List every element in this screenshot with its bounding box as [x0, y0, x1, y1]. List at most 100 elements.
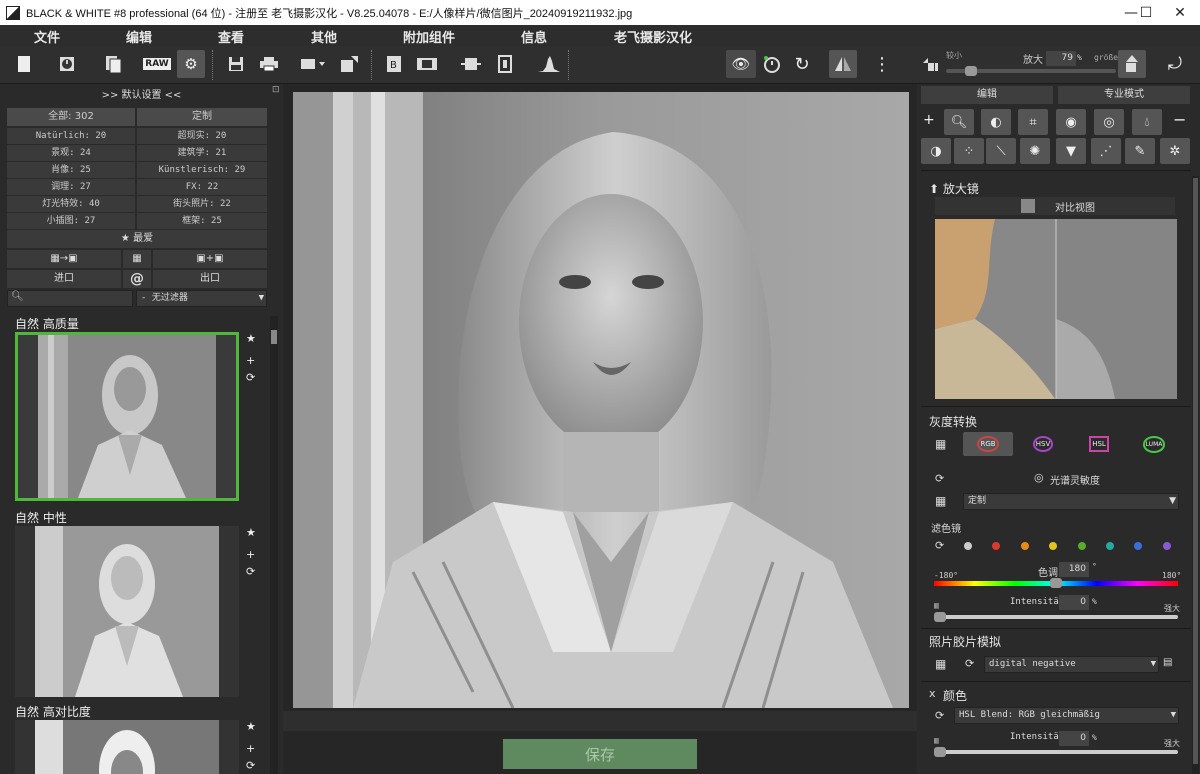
category-item[interactable]: 超现实: 20: [137, 128, 267, 144]
mode-hsl-button[interactable]: HSL: [1074, 432, 1124, 456]
curve-tool-icon[interactable]: ⋰: [1091, 138, 1121, 164]
film-select[interactable]: digital negative ▼: [984, 656, 1159, 673]
zoom-slider-knob[interactable]: [964, 66, 977, 76]
filter-color-dot[interactable]: [1162, 542, 1171, 550]
add-icon[interactable]: +: [246, 548, 255, 561]
filter-color-dot[interactable]: [1134, 542, 1143, 550]
raw-icon[interactable]: RAW: [143, 50, 171, 78]
category-item[interactable]: 调理: 27: [7, 179, 135, 195]
reset-icon[interactable]: ⟳: [935, 539, 944, 552]
zoom-out-icon[interactable]: [917, 50, 945, 78]
grid-options-icon[interactable]: ▦: [935, 494, 946, 508]
zoom-value-field[interactable]: 79: [1046, 51, 1076, 66]
intensity2-value-field[interactable]: 0: [1059, 731, 1089, 746]
reset-icon[interactable]: ⟳: [935, 472, 944, 485]
droplet-tool-icon[interactable]: 💧︎: [1132, 109, 1162, 135]
export-button[interactable]: 出口: [153, 270, 267, 288]
menu-view[interactable]: 查看: [218, 27, 244, 46]
category-item[interactable]: 街头照片: 22: [137, 196, 267, 212]
category-custom[interactable]: 定制: [137, 108, 267, 126]
menu-localization[interactable]: 老飞摄影汉化: [614, 27, 692, 46]
film-strip-icon[interactable]: [413, 50, 441, 78]
preset-thumbnail-selected[interactable]: [15, 332, 239, 501]
add-icon[interactable]: +: [246, 742, 255, 755]
combine-icon[interactable]: ▣+▣: [153, 250, 267, 268]
grid-options-icon[interactable]: ▦: [935, 657, 946, 671]
add-tool-icon[interactable]: +: [923, 112, 935, 128]
grid-settings-icon[interactable]: ▦: [123, 250, 151, 268]
filter-color-dot[interactable]: [992, 542, 1001, 550]
preset-thumbnail[interactable]: [15, 526, 239, 697]
mirror-icon[interactable]: [829, 50, 857, 78]
reset-icon[interactable]: ⟳: [935, 709, 944, 722]
batch-export-icon[interactable]: [335, 50, 363, 78]
category-item[interactable]: 建筑学: 21: [137, 145, 267, 161]
prism-tool-icon[interactable]: ▼: [1056, 138, 1086, 164]
save-button[interactable]: 保存: [503, 739, 697, 769]
magnifier-preview[interactable]: [935, 219, 1177, 399]
magnifier-tool-icon[interactable]: 🔍︎: [944, 109, 974, 135]
category-item[interactable]: FX: 22: [137, 179, 267, 195]
mode-luma-button[interactable]: LUMA: [1129, 432, 1179, 456]
menu-addons[interactable]: 附加组件: [403, 27, 455, 46]
favorite-star-icon[interactable]: ★: [246, 332, 256, 345]
film-options-icon[interactable]: ▤: [1163, 657, 1172, 668]
aperture-tool-icon[interactable]: ✲: [1160, 138, 1190, 164]
intensity-value-field[interactable]: 0: [1059, 595, 1089, 610]
grid-options-icon[interactable]: ▦: [935, 437, 946, 451]
category-all[interactable]: 全部: 302: [7, 108, 135, 126]
filter-color-dot[interactable]: [964, 542, 972, 550]
at-button[interactable]: @: [123, 270, 151, 288]
category-item[interactable]: 框架: 25: [137, 213, 267, 229]
category-item[interactable]: 景观: 24: [7, 145, 135, 161]
panel-pin-icon[interactable]: ⊡: [272, 85, 280, 95]
redo-icon[interactable]: ↻: [788, 50, 816, 78]
rotate-crop-icon[interactable]: ⤾: [1161, 50, 1189, 78]
reset-icon[interactable]: ⟳: [965, 657, 974, 670]
spectrum-tool-icon[interactable]: ✺: [1020, 138, 1050, 164]
layout-icon[interactable]: [457, 50, 485, 78]
menu-edit[interactable]: 编辑: [126, 27, 152, 46]
save-grid-icon[interactable]: ▦→▣: [7, 250, 121, 268]
history-icon[interactable]: [54, 50, 82, 78]
histogram-icon[interactable]: [535, 50, 563, 78]
intensity2-slider-track[interactable]: [934, 750, 1178, 754]
tab-pro-mode[interactable]: 专业模式: [1058, 86, 1190, 104]
intensity2-slider-knob[interactable]: [934, 747, 946, 757]
filter-color-dot[interactable]: [1106, 542, 1114, 550]
add-icon[interactable]: +: [246, 354, 255, 367]
print-icon[interactable]: [255, 50, 283, 78]
refresh-icon[interactable]: ⟳: [246, 371, 255, 384]
filter-select[interactable]: - 无过滤器 ▼: [136, 290, 267, 307]
zoom-in-icon[interactable]: [1118, 50, 1146, 78]
category-item[interactable]: 肖像: 25: [7, 162, 135, 178]
category-item[interactable]: 小插图: 27: [7, 213, 135, 229]
hue-value-field[interactable]: 180: [1059, 562, 1089, 577]
mode-hsv-button[interactable]: HSV: [1018, 432, 1068, 456]
export-dropdown-icon[interactable]: [298, 50, 326, 78]
refresh-icon[interactable]: ⟳: [246, 565, 255, 578]
compare-toggle[interactable]: [1021, 199, 1035, 213]
category-item[interactable]: Künstlerisch: 29: [137, 162, 267, 178]
copy-document-icon[interactable]: [99, 50, 127, 78]
line-tool-icon[interactable]: ⟍: [986, 138, 1016, 164]
pen-tool-icon[interactable]: ✎: [1125, 138, 1155, 164]
favorite-star-icon[interactable]: ★: [246, 720, 256, 733]
remove-tool-icon[interactable]: −: [1173, 110, 1186, 129]
filter-color-dot[interactable]: [1077, 542, 1086, 550]
search-input[interactable]: 🔍︎: [7, 290, 133, 307]
compare-timer-icon[interactable]: [758, 50, 786, 78]
grain-tool-icon[interactable]: ⁘: [954, 138, 984, 164]
more-vertical-icon[interactable]: ⋮: [868, 50, 896, 78]
intensity-slider-track[interactable]: [934, 615, 1178, 619]
scrollbar-thumb[interactable]: [271, 330, 277, 344]
category-item[interactable]: Natürlich: 20: [7, 128, 135, 144]
color-blend-select[interactable]: HSL Blend: RGB gleichmäßig ▼: [954, 707, 1179, 724]
color-close-icon[interactable]: x: [929, 687, 936, 700]
category-item[interactable]: 灯光特效: 40: [7, 196, 135, 212]
save-disk-icon[interactable]: [222, 50, 250, 78]
menu-other[interactable]: 其他: [311, 27, 337, 46]
presets-scrollbar[interactable]: [270, 316, 278, 774]
contrast-tool-icon[interactable]: ◐: [981, 109, 1011, 135]
close-button[interactable]: ✕: [1160, 0, 1200, 25]
